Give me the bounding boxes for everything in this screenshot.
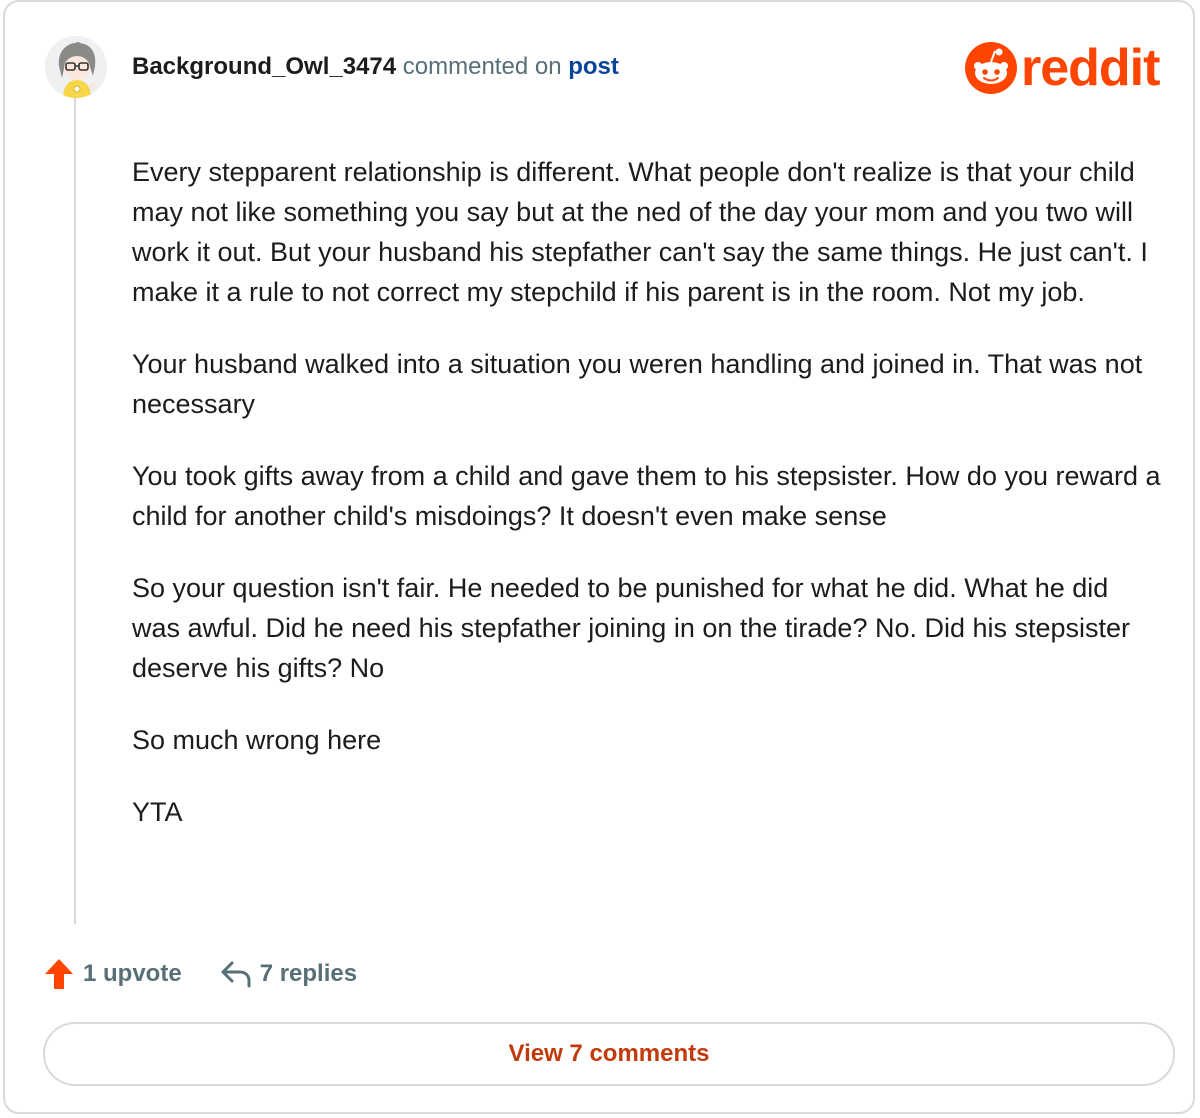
upvote-arrow-icon (45, 959, 73, 989)
comment-paragraph: So your question isn't fair. He needed t… (132, 573, 1131, 683)
username-link[interactable]: Background_Owl_3474 (132, 53, 396, 80)
replies-count: 7 replies (259, 960, 358, 987)
user-avatar[interactable] (45, 36, 107, 98)
avatar-illustration (45, 36, 107, 98)
thread-line (74, 98, 76, 924)
reddit-wordmark: reddit (1021, 39, 1160, 97)
comment-header: Background_Owl_3474 commented on post (132, 52, 619, 82)
comment-card: Background_Owl_3474 commented on post re… (3, 0, 1195, 1114)
comment-paragraph: You took gifts away from a child and gav… (132, 461, 1161, 531)
comment-paragraph: Every stepparent relationship is differe… (132, 157, 1148, 307)
comment-paragraph: So much wrong here (132, 725, 382, 755)
upvote-button[interactable]: 1 upvote (43, 957, 182, 991)
reddit-snoo-icon (965, 42, 1017, 94)
comment-body: Every stepparent relationship is differe… (132, 152, 1162, 864)
post-link[interactable]: post (568, 53, 619, 80)
upvote-count: 1 upvote (83, 960, 182, 987)
view-comments-button[interactable]: View 7 comments (43, 1022, 1175, 1086)
replies-button[interactable]: 7 replies (220, 959, 357, 989)
reply-arrow-icon (221, 961, 251, 988)
commented-on-text: commented on (402, 53, 562, 80)
comment-paragraph: YTA (132, 797, 183, 827)
comment-actions: 1 upvote 7 replies (43, 954, 357, 994)
reddit-logo[interactable]: reddit (965, 39, 1160, 97)
comment-paragraph: Your husband walked into a situation you… (132, 349, 1143, 419)
